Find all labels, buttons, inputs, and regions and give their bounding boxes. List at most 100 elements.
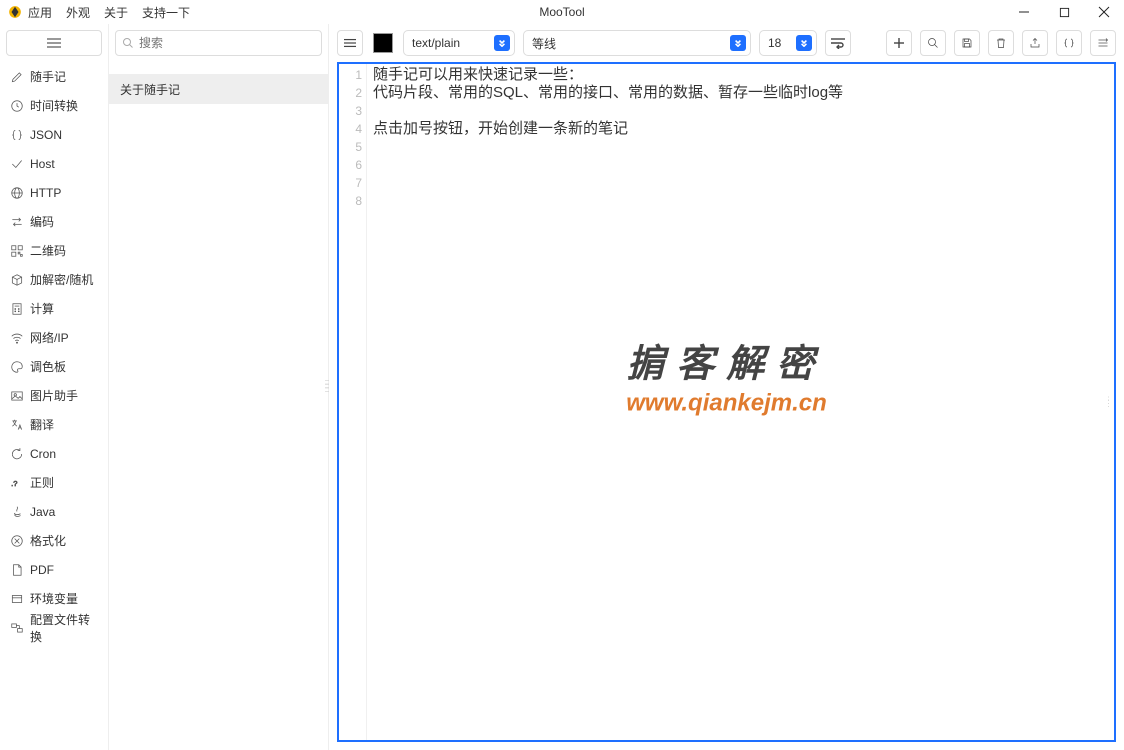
- menu-app[interactable]: 应用: [28, 4, 52, 21]
- chevron-down-icon: [796, 35, 812, 51]
- sidebar-item-image[interactable]: 图片助手: [4, 381, 104, 410]
- wrap-button[interactable]: [825, 30, 851, 56]
- sidebar-item-label: Java: [30, 505, 55, 519]
- sidebar-item-label: HTTP: [30, 186, 61, 200]
- sidebar-item-refresh[interactable]: Cron: [4, 439, 104, 468]
- menu-bar: 应用 外观 关于 支持一下: [28, 4, 190, 21]
- minimize-button[interactable]: [1004, 0, 1044, 24]
- sidebar-item-label: 格式化: [30, 532, 66, 549]
- sidebar-item-wifi[interactable]: 网络/IP: [4, 323, 104, 352]
- export-button[interactable]: [1022, 30, 1048, 56]
- sidebar-item-calc[interactable]: 计算: [4, 294, 104, 323]
- sidebar-item-java[interactable]: Java: [4, 497, 104, 526]
- sidebar-item-label: PDF: [30, 563, 54, 577]
- sidebar-item-env[interactable]: 环境变量: [4, 584, 104, 613]
- sidebar-item-regex[interactable]: .? 正则: [4, 468, 104, 497]
- search-button[interactable]: [920, 30, 946, 56]
- sidebar-item-label: 加解密/随机: [30, 271, 93, 288]
- size-value: 18: [768, 36, 781, 50]
- menu-appearance[interactable]: 外观: [66, 4, 90, 21]
- note-item[interactable]: 关于随手记: [109, 74, 328, 104]
- search-box[interactable]: [115, 30, 322, 56]
- sidebar-item-check[interactable]: Host: [4, 149, 104, 178]
- options-button[interactable]: [1090, 30, 1116, 56]
- java-icon: [10, 505, 24, 519]
- search-input[interactable]: [139, 36, 315, 50]
- editor-panel: text/plain 等线 18 ⋮⋮: [329, 24, 1124, 750]
- close-button[interactable]: [1084, 0, 1124, 24]
- sidebar-item-format[interactable]: 格式化: [4, 526, 104, 555]
- calc-icon: [10, 302, 24, 316]
- sidebar-item-label: 计算: [30, 300, 54, 317]
- sidebar-item-pdf[interactable]: PDF: [4, 555, 104, 584]
- sidebar-item-label: 二维码: [30, 242, 66, 259]
- sidebar-item-palette[interactable]: 调色板: [4, 352, 104, 381]
- sidebar-item-qrcode[interactable]: 二维码: [4, 236, 104, 265]
- scrollbar-icon[interactable]: ⋮⋮: [1104, 399, 1113, 405]
- chevron-down-icon: [494, 35, 510, 51]
- clock-icon: [10, 99, 24, 113]
- braces-button[interactable]: [1056, 30, 1082, 56]
- editor-content[interactable]: 随手记可以用来快速记录一些： 代码片段、常用的SQL、常用的接口、常用的数据、暂…: [367, 64, 1114, 740]
- sidebar-item-label: Host: [30, 157, 55, 171]
- svg-text:.?: .?: [11, 478, 17, 487]
- window-controls: [1004, 0, 1124, 24]
- save-button[interactable]: [954, 30, 980, 56]
- sidebar-item-label: 环境变量: [30, 590, 78, 607]
- maximize-button[interactable]: [1044, 0, 1084, 24]
- sidebar-item-label: 网络/IP: [30, 329, 69, 346]
- sidebar-item-braces[interactable]: JSON: [4, 120, 104, 149]
- sidebar-menu-button[interactable]: [6, 30, 102, 56]
- sidebar-item-label: 正则: [30, 474, 54, 491]
- sidebar-item-clock[interactable]: 时间转换: [4, 91, 104, 120]
- sidebar-item-label: 调色板: [30, 358, 66, 375]
- sidebar-item-config[interactable]: 配置文件转换: [4, 613, 104, 642]
- sidebar-item-label: 随手记: [30, 68, 66, 85]
- globe-icon: [10, 186, 24, 200]
- app-logo-icon: [8, 5, 22, 19]
- sidebar-item-edit[interactable]: 随手记: [4, 62, 104, 91]
- sidebar-item-label: 时间转换: [30, 97, 78, 114]
- add-button[interactable]: [886, 30, 912, 56]
- sidebar-item-label: Cron: [30, 447, 56, 461]
- menu-about[interactable]: 关于: [104, 4, 128, 21]
- type-select[interactable]: text/plain: [403, 30, 515, 56]
- translate-icon: [10, 418, 24, 432]
- sidebar-item-globe[interactable]: HTTP: [4, 178, 104, 207]
- sidebar-item-label: 翻译: [30, 416, 54, 433]
- editor-body[interactable]: 12345678 随手记可以用来快速记录一些： 代码片段、常用的SQL、常用的接…: [337, 62, 1116, 742]
- braces-icon: [10, 128, 24, 142]
- menu-support[interactable]: 支持一下: [142, 4, 190, 21]
- sidebar-item-label: 编码: [30, 213, 54, 230]
- sidebar-item-swap[interactable]: 编码: [4, 207, 104, 236]
- color-swatch[interactable]: [373, 33, 393, 53]
- format-icon: [10, 534, 24, 548]
- edit-icon: [10, 70, 24, 84]
- drag-handle-icon[interactable]: ⋮⋮: [323, 383, 333, 391]
- pdf-icon: [10, 563, 24, 577]
- chevron-down-icon: [730, 35, 746, 51]
- editor-toolbar: text/plain 等线 18: [329, 24, 1124, 62]
- env-icon: [10, 592, 24, 606]
- sidebar-item-label: JSON: [30, 128, 62, 142]
- swap-icon: [10, 215, 24, 229]
- delete-button[interactable]: [988, 30, 1014, 56]
- wifi-icon: [10, 331, 24, 345]
- qrcode-icon: [10, 244, 24, 258]
- app-title: MooTool: [539, 5, 584, 19]
- notes-panel: 关于随手记 ⋮⋮: [109, 24, 329, 750]
- sidebar-item-translate[interactable]: 翻译: [4, 410, 104, 439]
- sidebar-item-label: 图片助手: [30, 387, 78, 404]
- cube-icon: [10, 273, 24, 287]
- type-value: text/plain: [412, 36, 460, 50]
- title-bar: 应用 外观 关于 支持一下 MooTool: [0, 0, 1124, 24]
- list-button[interactable]: [337, 30, 363, 56]
- sidebar-item-cube[interactable]: 加解密/随机: [4, 265, 104, 294]
- font-value: 等线: [532, 35, 556, 52]
- font-select[interactable]: 等线: [523, 30, 751, 56]
- sidebar-item-label: 配置文件转换: [30, 611, 98, 645]
- line-gutter: 12345678: [339, 64, 367, 740]
- config-icon: [10, 621, 24, 635]
- note-list: 关于随手记: [109, 58, 328, 750]
- size-select[interactable]: 18: [759, 30, 817, 56]
